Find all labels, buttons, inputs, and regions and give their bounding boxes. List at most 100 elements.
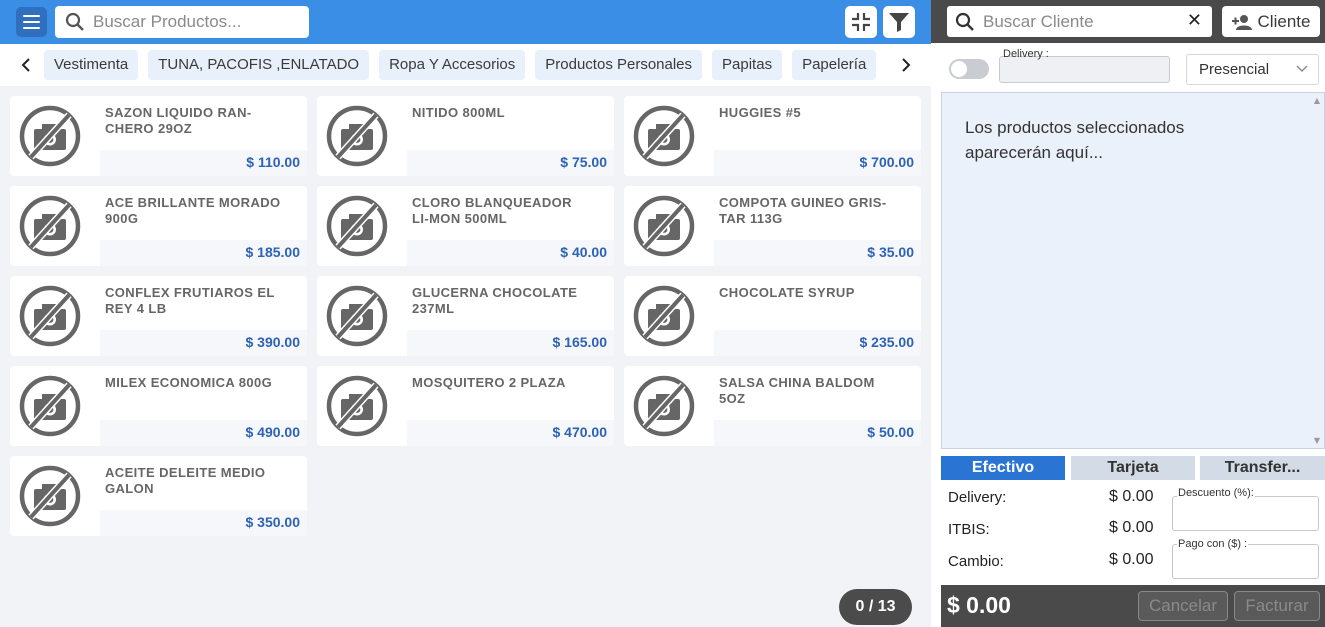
product-card[interactable]: SALSA CHINA BALDOM 5OZ $ 50.00 — [624, 366, 921, 446]
product-price: $ 700.00 — [859, 154, 915, 170]
no-image-icon — [632, 194, 696, 258]
search-icon — [65, 12, 84, 31]
products-toolbar — [0, 0, 931, 44]
category-next-button[interactable] — [896, 54, 916, 76]
no-image-icon — [325, 284, 389, 348]
product-search-box — [55, 6, 309, 38]
product-price: $ 40.00 — [560, 244, 607, 260]
product-price-bar: $ 700.00 — [714, 150, 921, 176]
collapse-button[interactable] — [845, 6, 877, 38]
product-name: ACEITE DELEITE MEDIO GALON — [105, 465, 266, 496]
cart-list[interactable]: Los productos seleccionados aparecerán a… — [941, 92, 1325, 449]
product-price: $ 50.00 — [867, 424, 914, 440]
client-search-input[interactable] — [983, 11, 1183, 32]
descuento-input[interactable] — [1172, 496, 1319, 531]
pago-con-label: Pago con ($) : — [1177, 538, 1249, 550]
category-chip[interactable]: Papitas — [712, 50, 783, 80]
category-prev-button[interactable] — [16, 54, 36, 76]
cancel-button[interactable]: Cancelar — [1138, 591, 1228, 621]
category-chip[interactable]: Productos Personales — [535, 50, 703, 80]
product-price-bar: $ 165.00 — [407, 330, 614, 356]
delivery-toggle[interactable] — [949, 59, 989, 79]
delivery-field-label: Delivery : — [1003, 48, 1049, 60]
payment-tabs: Efectivo Tarjeta Transfer... — [941, 456, 1325, 480]
product-price-bar: $ 40.00 — [407, 240, 614, 266]
product-card[interactable]: MILEX ECONOMICA 800G $ 490.00 — [10, 366, 307, 446]
category-chip[interactable]: Ropa Y Accesorios — [379, 50, 526, 80]
no-image-icon — [632, 104, 696, 168]
delivery-summary-value: $ 0.00 — [1109, 488, 1154, 505]
clear-icon[interactable]: ✕ — [1187, 10, 1202, 31]
product-search-input[interactable] — [93, 12, 303, 32]
product-card[interactable]: HUGGIES #5 $ 700.00 — [624, 96, 921, 176]
itbis-value: $ 0.00 — [1109, 519, 1154, 536]
product-price-bar: $ 50.00 — [714, 420, 921, 446]
no-image-icon — [18, 284, 82, 348]
product-card[interactable]: ACEITE DELEITE MEDIO GALON $ 350.00 — [10, 456, 307, 536]
filter-button[interactable] — [883, 6, 915, 38]
cart-empty-message: Los productos seleccionados aparecerán a… — [965, 118, 1185, 162]
checkout-bar: $ 0.00 Cancelar Facturar — [941, 585, 1325, 627]
product-name: MOSQUITERO 2 PLAZA — [412, 375, 566, 390]
product-card[interactable]: CHOCOLATE SYRUP $ 235.00 — [624, 276, 921, 356]
scroll-up-icon[interactable]: ▲ — [1314, 96, 1320, 105]
product-name: SALSA CHINA BALDOM 5OZ — [719, 375, 875, 406]
product-card[interactable]: COMPOTA GUINEO GRIS-TAR 113G $ 35.00 — [624, 186, 921, 266]
product-name: GLUCERNA CHOCOLATE 237ML — [412, 285, 578, 316]
category-chip[interactable]: TUNA, PACOFIS ,ENLATADO — [148, 50, 370, 80]
product-price-bar: $ 75.00 — [407, 150, 614, 176]
product-name: ACE BRILLANTE MORADO 900G — [105, 195, 281, 226]
add-client-button[interactable]: Cliente — [1222, 6, 1320, 37]
product-price: $ 165.00 — [552, 334, 608, 350]
product-price-bar: $ 185.00 — [100, 240, 307, 266]
menu-icon — [23, 15, 40, 17]
no-image-icon — [632, 374, 696, 438]
client-button-label: Cliente — [1257, 11, 1311, 31]
category-chip[interactable]: Papelería — [792, 50, 877, 80]
product-card[interactable]: MOSQUITERO 2 PLAZA $ 470.00 — [317, 366, 614, 446]
chevron-right-icon — [902, 58, 911, 72]
product-price: $ 470.00 — [552, 424, 608, 440]
product-name: COMPOTA GUINEO GRIS-TAR 113G — [719, 195, 887, 226]
scroll-down-icon[interactable]: ▼ — [1314, 436, 1320, 445]
no-image-icon — [18, 464, 82, 528]
product-card[interactable]: GLUCERNA CHOCOLATE 237ML $ 165.00 — [317, 276, 614, 356]
descuento-label: Descuento (%): — [1177, 487, 1255, 499]
no-image-icon — [325, 104, 389, 168]
product-card[interactable]: SAZON LIQUIDO RAN-CHERO 29OZ $ 110.00 — [10, 96, 307, 176]
product-price: $ 235.00 — [859, 334, 915, 350]
product-price: $ 490.00 — [245, 424, 301, 440]
no-image-icon — [18, 374, 82, 438]
product-card[interactable]: ACE BRILLANTE MORADO 900G $ 185.00 — [10, 186, 307, 266]
no-image-icon — [325, 194, 389, 258]
client-bar: ✕ Cliente — [931, 0, 1325, 43]
category-list: Vestimenta TUNA, PACOFIS ,ENLATADO Ropa Y … — [44, 50, 889, 80]
itbis-label: ITBIS: — [948, 521, 990, 538]
tab-efectivo[interactable]: Efectivo — [941, 456, 1065, 480]
category-chip[interactable]: Vestimenta — [44, 50, 139, 80]
page-counter: 0 / 13 — [839, 589, 912, 625]
product-card[interactable]: NITIDO 800ML $ 75.00 — [317, 96, 614, 176]
invoice-button[interactable]: Facturar — [1234, 591, 1320, 621]
tab-transferencia[interactable]: Transfer... — [1200, 456, 1325, 480]
filter-icon — [889, 13, 909, 32]
tab-tarjeta[interactable]: Tarjeta — [1071, 456, 1195, 480]
product-price: $ 350.00 — [245, 514, 301, 530]
product-price: $ 35.00 — [867, 244, 914, 260]
menu-button[interactable] — [16, 7, 47, 37]
product-price: $ 390.00 — [245, 334, 301, 350]
product-price-bar: $ 35.00 — [714, 240, 921, 266]
category-bar: Vestimenta TUNA, PACOFIS ,ENLATADO Ropa Y … — [0, 44, 931, 86]
product-name: NITIDO 800ML — [412, 105, 505, 120]
collapse-icon — [852, 13, 870, 31]
product-price: $ 185.00 — [245, 244, 301, 260]
delivery-summary-label: Delivery: — [948, 489, 1007, 506]
delivery-input[interactable] — [999, 56, 1170, 83]
no-image-icon — [18, 104, 82, 168]
no-image-icon — [18, 194, 82, 258]
product-card[interactable]: CLORO BLANQUEADOR LI-MON 500ML $ 40.00 — [317, 186, 614, 266]
order-mode-select[interactable]: Presencial — [1186, 54, 1319, 85]
product-name: HUGGIES #5 — [719, 105, 802, 120]
product-card[interactable]: CONFLEX FRUTIAROS EL REY 4 LB $ 390.00 — [10, 276, 307, 356]
product-price-bar: $ 350.00 — [100, 510, 307, 536]
